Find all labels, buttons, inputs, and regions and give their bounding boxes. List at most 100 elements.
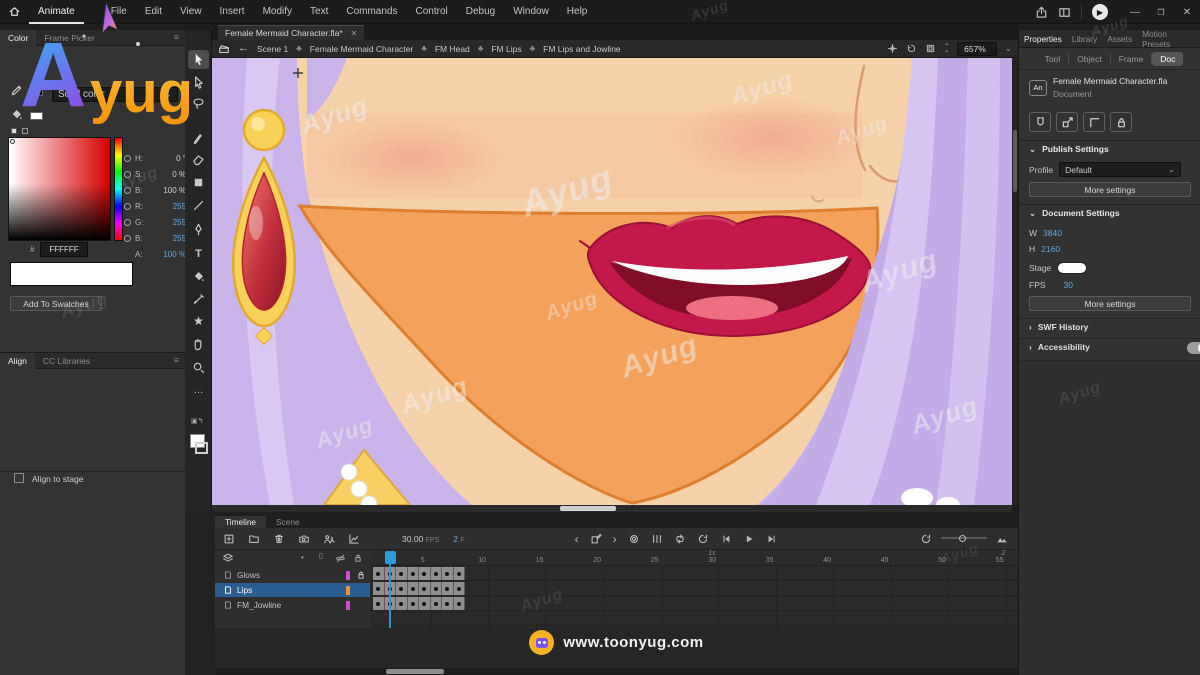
breadcrumb-scene[interactable]: Scene 1 xyxy=(257,44,288,54)
keyframe-cell[interactable] xyxy=(431,567,443,580)
color-value[interactable]: 100 % xyxy=(163,186,186,195)
panel-menu-icon[interactable]: ≡ xyxy=(174,356,179,365)
tab-close-icon[interactable]: ✕ xyxy=(351,29,358,38)
prev-frame-icon[interactable] xyxy=(720,533,732,545)
menu-insert[interactable]: Insert xyxy=(211,0,254,24)
chevron-right-icon[interactable]: › xyxy=(1029,343,1032,352)
edit-frames-icon[interactable] xyxy=(590,533,602,545)
paint-bucket-tool[interactable] xyxy=(188,267,209,286)
layer-row-lips[interactable]: Lips xyxy=(215,583,370,597)
pen-tool[interactable] xyxy=(188,220,209,239)
layer-color-swatch[interactable] xyxy=(346,571,350,580)
chevron-down-icon[interactable]: ⌄ xyxy=(1029,145,1036,154)
fps-display[interactable]: 30.00 xyxy=(402,534,423,544)
layer-row-glows[interactable]: Glows xyxy=(215,568,370,582)
stage-color-swatch[interactable] xyxy=(1057,262,1087,274)
subselection-tool[interactable] xyxy=(188,73,209,92)
layer-color-swatch[interactable] xyxy=(346,586,350,595)
layer-lock[interactable] xyxy=(354,600,368,611)
brush-tool[interactable] xyxy=(188,128,209,147)
clip-content-icon[interactable] xyxy=(925,43,936,54)
subtab-tool[interactable]: Tool xyxy=(1037,52,1069,66)
workspace-icon[interactable] xyxy=(1058,6,1071,19)
home-icon[interactable] xyxy=(0,5,29,18)
eyedropper-tool[interactable] xyxy=(188,290,209,309)
snap-object-icon[interactable] xyxy=(1056,112,1078,132)
color-value[interactable]: 0 % xyxy=(172,170,186,179)
timeline-zoom-slider[interactable] xyxy=(941,533,987,544)
timeline-scroll-thumb[interactable] xyxy=(386,669,444,674)
panel-menu-icon[interactable]: ≡ xyxy=(174,33,179,42)
hide-column-icon[interactable] xyxy=(335,553,346,564)
zoom-fit-icon[interactable] xyxy=(996,533,1008,545)
close-button[interactable]: ✕ xyxy=(1174,7,1200,18)
document-settings-header[interactable]: Document Settings xyxy=(1042,208,1119,218)
layer-row-fm_jowline[interactable]: FM_Jowline xyxy=(215,598,370,612)
menu-commands[interactable]: Commands xyxy=(337,0,406,24)
publish-settings-header[interactable]: Publish Settings xyxy=(1042,144,1109,154)
stage-height-input[interactable]: 2160 xyxy=(1041,244,1060,254)
keyframe-cell[interactable] xyxy=(454,597,466,610)
menu-edit[interactable]: Edit xyxy=(136,0,171,24)
share-icon[interactable] xyxy=(1035,6,1048,19)
tab-assets[interactable]: Assets xyxy=(1102,34,1137,44)
layer-lock[interactable] xyxy=(354,570,368,581)
reset-loop-icon[interactable] xyxy=(697,533,709,545)
saturation-picker[interactable] xyxy=(8,137,111,241)
profile-select[interactable]: Default⌄ xyxy=(1059,162,1181,177)
breadcrumb-item[interactable]: Female Mermaid Character xyxy=(310,44,413,54)
stroke-swatch[interactable] xyxy=(195,442,208,454)
center-frame-icon[interactable] xyxy=(887,43,898,54)
next-frame-icon[interactable] xyxy=(766,533,778,545)
fill-color-icon[interactable] xyxy=(10,108,23,121)
radio-button[interactable] xyxy=(124,171,131,178)
subtab-doc[interactable]: Doc xyxy=(1152,52,1183,66)
tab-motion-presets[interactable]: Motion Presets xyxy=(1137,29,1200,49)
radio-button[interactable] xyxy=(124,187,131,194)
trash-icon[interactable] xyxy=(273,533,285,545)
clapper-icon[interactable] xyxy=(218,43,230,55)
color-value[interactable]: 100 % xyxy=(163,250,186,259)
keyframe-cell[interactable] xyxy=(373,597,385,610)
tab-cc-libraries[interactable]: CC Libraries xyxy=(35,353,98,369)
lasso-tool[interactable] xyxy=(188,94,209,113)
magnet-icon[interactable] xyxy=(1029,112,1051,132)
keyframe-cell[interactable] xyxy=(442,567,454,580)
breadcrumb-item[interactable]: FM Lips and Jowline xyxy=(543,44,620,54)
rotate-stage-icon[interactable] xyxy=(906,43,917,54)
stage-width-input[interactable]: 3840 xyxy=(1043,228,1062,238)
stroke-color-swatch[interactable] xyxy=(30,88,43,96)
doc-more-settings-button[interactable]: More settings xyxy=(1029,296,1191,311)
back-icon[interactable]: ← xyxy=(238,43,249,54)
reset-loop-icon[interactable] xyxy=(920,533,932,545)
line-tool[interactable] xyxy=(188,196,209,215)
eraser-tool[interactable] xyxy=(188,150,209,169)
keyframe-cell[interactable] xyxy=(442,582,454,595)
zoom-level-select[interactable]: 657% xyxy=(957,42,997,56)
current-frame[interactable]: 2 xyxy=(453,534,458,544)
align-to-stage-checkbox[interactable] xyxy=(14,473,24,483)
quick-share-icon[interactable]: ▶ xyxy=(1092,4,1108,20)
camera-icon[interactable] xyxy=(298,533,310,545)
menu-modify[interactable]: Modify xyxy=(254,0,301,24)
keyframe-cell[interactable] xyxy=(419,582,431,595)
subtab-object[interactable]: Object xyxy=(1069,52,1110,66)
publish-more-settings-button[interactable]: More settings xyxy=(1029,182,1191,197)
zoom-stepper[interactable]: ⌃⌄ xyxy=(944,45,949,53)
keyframe-cell[interactable] xyxy=(419,567,431,580)
color-value[interactable]: 255 xyxy=(173,218,186,227)
menu-control[interactable]: Control xyxy=(407,0,457,24)
keyframe-cell[interactable] xyxy=(454,582,466,595)
default-colors-icon[interactable] xyxy=(11,128,17,134)
restore-button[interactable]: ❒ xyxy=(1148,8,1174,17)
tab-library[interactable]: Library xyxy=(1067,34,1102,44)
text-tool[interactable]: T xyxy=(188,244,209,263)
keyframe-cell[interactable] xyxy=(431,597,443,610)
accessibility-toggle[interactable] xyxy=(1187,342,1200,354)
timeline-tab-scene[interactable]: Scene xyxy=(266,516,310,528)
menu-window[interactable]: Window xyxy=(504,0,558,24)
fps-input[interactable]: 30 xyxy=(1064,280,1073,290)
add-layer-icon[interactable] xyxy=(223,533,235,545)
keyframe-cell[interactable] xyxy=(408,582,420,595)
keyframe-cell[interactable] xyxy=(373,567,385,580)
